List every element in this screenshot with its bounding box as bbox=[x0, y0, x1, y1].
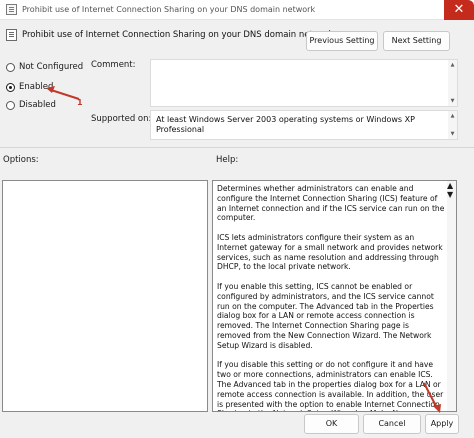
help-pane[interactable]: Determines whether administrators can en… bbox=[212, 180, 457, 412]
help-paragraph: ICS lets administrators configure their … bbox=[217, 232, 443, 272]
comment-label: Comment: bbox=[91, 60, 136, 70]
radio-disabled-circle[interactable] bbox=[6, 100, 15, 110]
apply-button[interactable]: Apply bbox=[425, 414, 459, 434]
help-text: Determines whether administrators can en… bbox=[217, 184, 445, 411]
annotation-badge: 1 bbox=[77, 98, 83, 107]
next-setting-button[interactable]: Next Setting bbox=[383, 31, 450, 51]
radio-not-configured[interactable]: Not Configured bbox=[6, 62, 83, 72]
scroll-down-arrow-icon[interactable]: ▼ bbox=[447, 190, 453, 199]
help-label: Help: bbox=[216, 155, 239, 165]
radio-disabled[interactable]: Disabled bbox=[6, 100, 56, 110]
close-button[interactable]: ✕ bbox=[444, 0, 474, 20]
radio-not-configured-circle[interactable] bbox=[6, 62, 15, 72]
comment-textarea[interactable]: ▲ ▼ bbox=[150, 59, 458, 107]
policy-document-icon bbox=[6, 4, 17, 15]
window-title: Prohibit use of Internet Connection Shar… bbox=[22, 5, 316, 14]
scroll-up-arrow-icon[interactable]: ▲ bbox=[448, 61, 457, 69]
supported-on-value: At least Windows Server 2003 operating s… bbox=[156, 115, 415, 134]
help-paragraph: If you enable this setting, ICS cannot b… bbox=[217, 281, 434, 350]
radio-enabled[interactable]: Enabled bbox=[6, 82, 53, 92]
ok-button[interactable]: OK bbox=[304, 414, 359, 434]
policy-setting-icon bbox=[6, 29, 17, 41]
radio-enabled-circle[interactable] bbox=[6, 82, 15, 92]
help-scrollbar[interactable]: ▲ ▼ bbox=[447, 181, 456, 411]
previous-setting-button[interactable]: Previous Setting bbox=[306, 31, 378, 51]
options-pane bbox=[2, 180, 208, 412]
close-icon: ✕ bbox=[453, 2, 465, 17]
radio-enabled-label: Enabled bbox=[19, 82, 54, 92]
section-divider bbox=[0, 147, 474, 148]
supported-on-box: At least Windows Server 2003 operating s… bbox=[150, 110, 458, 140]
supported-on-label: Supported on: bbox=[91, 114, 152, 124]
scroll-down-arrow-icon[interactable]: ▼ bbox=[448, 130, 457, 138]
title-bar: Prohibit use of Internet Connection Shar… bbox=[0, 0, 474, 20]
scroll-down-arrow-icon[interactable]: ▼ bbox=[448, 97, 457, 105]
comment-scrollbar[interactable]: ▲ ▼ bbox=[448, 60, 457, 106]
radio-disabled-label: Disabled bbox=[19, 100, 56, 110]
help-paragraph: If you disable this setting or do not co… bbox=[217, 360, 444, 411]
cancel-button[interactable]: Cancel bbox=[363, 414, 421, 434]
supported-scrollbar[interactable]: ▲ ▼ bbox=[448, 111, 457, 139]
policy-title: Prohibit use of Internet Connection Shar… bbox=[22, 30, 334, 40]
scroll-up-arrow-icon[interactable]: ▲ bbox=[448, 112, 457, 120]
radio-not-configured-label: Not Configured bbox=[19, 62, 84, 72]
help-paragraph: Determines whether administrators can en… bbox=[217, 184, 445, 223]
options-label: Options: bbox=[3, 155, 39, 165]
scroll-up-arrow-icon[interactable]: ▲ bbox=[447, 181, 453, 190]
